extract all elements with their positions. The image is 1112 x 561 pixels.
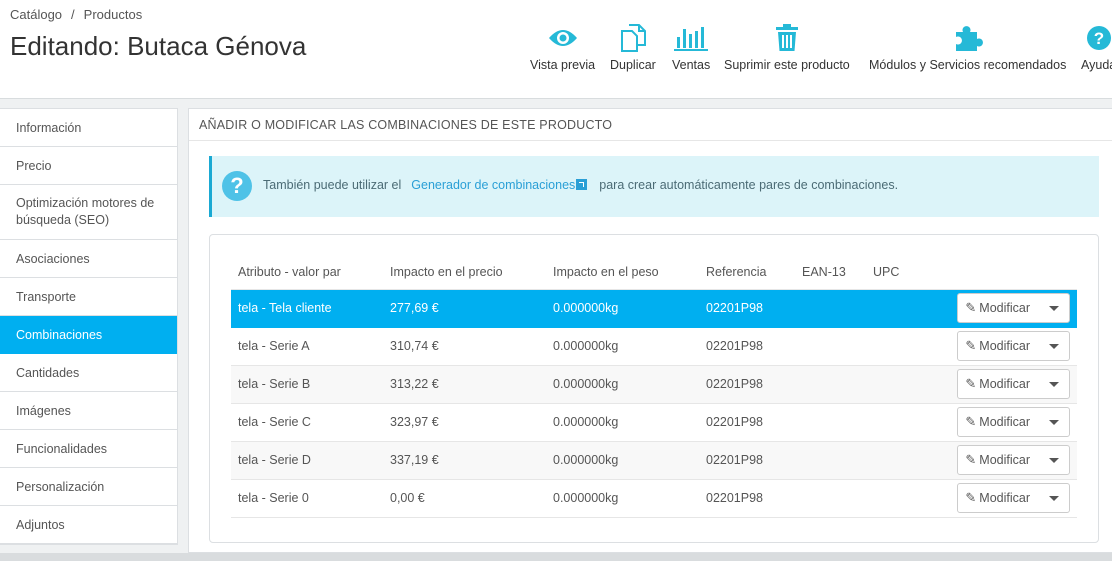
info-alert: ? También puede utilizar el Generador de … [209,156,1099,217]
edit-dropdown-toggle[interactable] [1038,408,1069,436]
breadcrumb-catalog[interactable]: Catálogo [10,7,62,22]
sidebar-item-funcionalidades[interactable]: Funcionalidades [0,430,177,468]
edit-button[interactable]: ✎ Modificar [958,294,1038,322]
combination-generator-link[interactable]: Generador de combinaciones [411,178,589,192]
table-row[interactable]: tela - Tela cliente 277,69 € 0.000000kg … [231,289,1077,328]
sidebar-item-imagenes[interactable]: Imágenes [0,392,177,430]
edit-dropdown-toggle[interactable] [1038,294,1069,322]
table-row[interactable]: tela - Serie 0 0,00 € 0.000000kg 02201P9… [231,479,1077,518]
external-link-icon [576,179,588,190]
edit-button[interactable]: ✎ Modificar [958,408,1038,436]
table-row[interactable]: tela - Serie B 313,22 € 0.000000kg 02201… [231,365,1077,404]
col-ean13: EAN-13 [795,255,866,290]
help-button[interactable]: ? Ayuda [1081,22,1112,72]
svg-text:?: ? [1093,29,1103,48]
sidebar-item-cantidades[interactable]: Cantidades [0,354,177,392]
edit-button-group: ✎ Modificar [957,293,1070,323]
table-row[interactable]: tela - Serie D 337,19 € 0.000000kg 02201… [231,441,1077,480]
sidebar-item-seo[interactable]: Optimización motores de búsqueda (SEO) [0,185,177,240]
puzzle-icon [869,22,1066,54]
alert-text: También puede utilizar el Generador de co… [263,178,898,192]
sales-button[interactable]: Ventas [672,22,710,72]
breadcrumb: Catálogo / Productos [10,7,142,22]
edit-dropdown-toggle[interactable] [1038,446,1069,474]
duplicate-button[interactable]: Duplicar [610,22,656,72]
breadcrumb-separator: / [71,7,75,22]
question-icon: ? [222,171,252,201]
edit-button-group: ✎ Modificar [957,445,1070,475]
edit-button[interactable]: ✎ Modificar [958,370,1038,398]
col-price-impact: Impacto en el precio [383,255,546,290]
pencil-icon: ✎ [965,300,977,315]
edit-dropdown-toggle[interactable] [1038,484,1069,512]
delete-product-button[interactable]: Suprimir este producto [724,22,850,72]
edit-dropdown-toggle[interactable] [1038,370,1069,398]
recommended-modules-button[interactable]: Módulos y Servicios recomendados [869,22,1066,72]
help-label: Ayuda [1081,58,1112,72]
sidebar-item-asociaciones[interactable]: Asociaciones [0,240,177,278]
pencil-icon: ✎ [965,490,977,505]
page-header: Catálogo / Productos Editando: Butaca Géno… [0,0,1112,99]
modules-label: Módulos y Servicios recomendados [869,58,1067,72]
sidebar-item-combinaciones[interactable]: Combinaciones [0,316,177,354]
combinations-table: Atributo - valor par Impacto en el preci… [231,255,1077,518]
combinations-table-well: Atributo - valor par Impacto en el preci… [209,234,1099,543]
edit-button[interactable]: ✎ Modificar [958,484,1038,512]
eye-icon [530,22,595,54]
product-tabs-sidebar: Información Precio Optimización motores … [0,108,178,545]
col-reference: Referencia [699,255,795,290]
breadcrumb-products[interactable]: Productos [84,7,143,22]
table-header-row: Atributo - valor par Impacto en el preci… [231,255,1077,290]
question-icon: ? [1081,22,1112,54]
edit-button-group: ✎ Modificar [957,369,1070,399]
delete-label: Suprimir este producto [724,58,850,72]
pencil-icon: ✎ [965,452,977,467]
col-attribute: Atributo - valor par [231,255,383,290]
sidebar-item-transporte[interactable]: Transporte [0,278,177,316]
edit-button-group: ✎ Modificar [957,407,1070,437]
sidebar-item-personalizacion[interactable]: Personalización [0,468,177,506]
alert-text-after: para crear automáticamente pares de comb… [599,178,899,192]
preview-button[interactable]: Vista previa [530,22,595,72]
sidebar-item-adjuntos[interactable]: Adjuntos [0,506,177,544]
col-actions [926,255,1077,290]
table-row[interactable]: tela - Serie A 310,74 € 0.000000kg 02201… [231,327,1077,366]
edit-button-group: ✎ Modificar [957,331,1070,361]
pencil-icon: ✎ [965,414,977,429]
preview-label: Vista previa [530,58,596,72]
edit-button[interactable]: ✎ Modificar [958,446,1038,474]
panel-heading: AÑADIR O MODIFICAR LAS COMBINACIONES DE … [189,109,1112,141]
sidebar-item-precio[interactable]: Precio [0,147,177,185]
bar-chart-icon [672,22,710,54]
col-weight-impact: Impacto en el peso [546,255,699,290]
sidebar-item-informacion[interactable]: Información [0,109,177,147]
edit-button[interactable]: ✎ Modificar [958,332,1038,360]
copy-icon [610,22,656,54]
edit-dropdown-toggle[interactable] [1038,332,1069,360]
col-upc: UPC [866,255,926,290]
alert-text-before: También puede utilizar el [263,178,402,192]
edit-button-group: ✎ Modificar [957,483,1070,513]
pencil-icon: ✎ [965,376,977,391]
pencil-icon: ✎ [965,338,977,353]
sales-label: Ventas [672,58,711,72]
footer-strip [0,553,1112,561]
combinations-panel: AÑADIR O MODIFICAR LAS COMBINACIONES DE … [188,108,1112,553]
page-title: Editando: Butaca Génova [10,31,307,61]
duplicate-label: Duplicar [610,58,656,72]
table-row[interactable]: tela - Serie C 323,97 € 0.000000kg 02201… [231,403,1077,442]
trash-icon [724,22,850,54]
